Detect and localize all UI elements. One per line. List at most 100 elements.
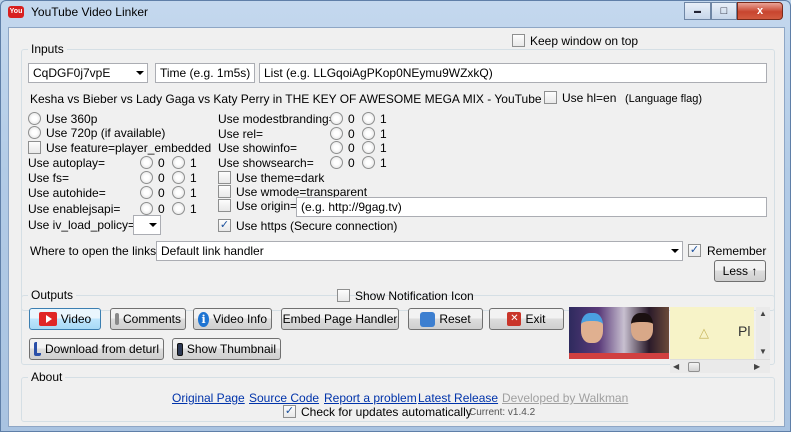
fs-1-radio[interactable] — [172, 171, 185, 184]
show-thumbnail-button[interactable]: Show Thumbnail — [172, 338, 281, 360]
enablejsapi-1-label: 1 — [190, 202, 197, 216]
client-area: Inputs Keep window on top CqDGF0j7vpE Ti… — [8, 27, 785, 427]
origin-input[interactable]: (e.g. http://9gag.tv) — [296, 197, 767, 217]
show-notification-checkbox[interactable] — [337, 289, 350, 302]
use-theme-checkbox[interactable] — [218, 171, 231, 184]
showsearch-1-radio[interactable] — [362, 156, 375, 169]
report-problem-link[interactable]: Report a problem — [324, 391, 417, 405]
latest-release-link[interactable]: Latest Release — [418, 391, 498, 405]
use-720p-label: Use 720p (if available) — [46, 126, 166, 140]
enablejsapi-1-radio[interactable] — [172, 202, 185, 215]
autohide-1-radio[interactable] — [172, 186, 185, 199]
scroll-thumb[interactable] — [688, 362, 700, 372]
exit-button[interactable]: ✕ Exit — [489, 308, 564, 330]
close-button[interactable]: x — [737, 2, 783, 20]
showinfo-1-radio[interactable] — [362, 141, 375, 154]
inputs-group: Inputs — [21, 42, 775, 311]
use-theme-label: Use theme=dark — [236, 171, 325, 185]
show-thumbnail-button-label: Show Thumbnail — [186, 342, 276, 356]
use-hl-en-checkbox[interactable] — [544, 91, 557, 104]
rel-1-label: 1 — [380, 127, 387, 141]
check-updates-label: Check for updates automatically — [301, 405, 472, 419]
rel-0-radio[interactable] — [330, 127, 343, 140]
scroll-up-icon[interactable]: ▲ — [759, 309, 767, 318]
preview-horizontal-scrollbar[interactable]: ◀ ▶ — [670, 359, 770, 373]
use-wmode-checkbox[interactable] — [218, 185, 231, 198]
use-origin-label: Use origin= — [236, 199, 298, 213]
comments-button[interactable]: Comments — [110, 308, 186, 330]
enablejsapi-0-label: 0 — [158, 202, 165, 216]
keep-on-top-checkbox[interactable] — [512, 34, 525, 47]
showinfo-label: Use showinfo= — [218, 141, 298, 155]
use-https-checkbox[interactable]: ✓ — [218, 219, 231, 232]
developer-credit-link[interactable]: Developed by Walkman — [502, 391, 628, 405]
enablejsapi-0-radio[interactable] — [140, 202, 153, 215]
showinfo-0-radio[interactable] — [330, 141, 343, 154]
video-id-combo[interactable]: CqDGF0j7vpE — [28, 63, 148, 83]
autohide-label: Use autohide= — [28, 186, 106, 200]
modestbranding-1-radio[interactable] — [362, 112, 375, 125]
title-bar[interactable]: You YouTube Video Linker ▬ □ x — [1, 1, 790, 25]
original-page-link[interactable]: Original Page — [172, 391, 245, 405]
use-360p-radio[interactable] — [28, 112, 41, 125]
reset-button[interactable]: Reset — [408, 308, 483, 330]
download-button[interactable]: Download from deturl — [29, 338, 164, 360]
modestbranding-0-radio[interactable] — [330, 112, 343, 125]
language-flag-note: (Language flag) — [625, 93, 703, 105]
thumbnail-face-right — [631, 313, 653, 341]
showinfo-1-label: 1 — [380, 141, 387, 155]
showsearch-1-label: 1 — [380, 156, 387, 170]
video-info-button-label: Video Info — [213, 312, 267, 326]
source-code-link[interactable]: Source Code — [249, 391, 319, 405]
iv-load-policy-combo[interactable] — [133, 215, 161, 235]
video-button[interactable]: Video — [29, 308, 101, 330]
chevron-down-icon — [149, 223, 157, 227]
chevron-down-icon — [136, 71, 144, 75]
minimize-button[interactable]: ▬ — [684, 2, 711, 20]
fs-0-radio[interactable] — [140, 171, 153, 184]
fs-1-label: 1 — [190, 171, 197, 185]
video-thumbnail — [569, 307, 669, 359]
rel-1-radio[interactable] — [362, 127, 375, 140]
reset-button-label: Reset — [439, 312, 471, 326]
preview-vertical-scrollbar[interactable]: ▲ ▼ — [756, 307, 770, 359]
minimize-icon: ▬ — [694, 7, 701, 15]
youtube-play-icon — [38, 312, 57, 326]
modestbranding-0-label: 0 — [348, 112, 355, 126]
use-720p-radio[interactable] — [28, 126, 41, 139]
close-icon: x — [756, 5, 764, 17]
maximize-button[interactable]: □ — [711, 2, 737, 20]
iv-load-policy-label: Use iv_load_policy= — [28, 218, 136, 232]
autohide-0-radio[interactable] — [140, 186, 153, 199]
autoplay-0-radio[interactable] — [140, 156, 153, 169]
scroll-down-icon[interactable]: ▼ — [759, 347, 767, 356]
thumbnail-bar — [569, 353, 669, 359]
autohide-0-label: 0 — [158, 186, 165, 200]
autoplay-1-radio[interactable] — [172, 156, 185, 169]
modestbranding-label: Use modestbranding= — [218, 112, 336, 126]
info-icon: i — [198, 311, 210, 327]
autohide-1-label: 1 — [190, 186, 197, 200]
time-input[interactable]: Time (e.g. 1m5s) — [155, 63, 255, 83]
remember-checkbox[interactable]: ✓ — [688, 244, 701, 257]
scroll-left-icon[interactable]: ◀ — [673, 362, 679, 371]
video-id-value: CqDGF0j7vpE — [33, 66, 111, 80]
video-info-button[interactable]: i Video Info — [193, 308, 272, 330]
link-handler-combo[interactable]: Default link handler — [156, 241, 683, 261]
exit-icon: ✕ — [507, 312, 522, 326]
video-button-label: Video — [60, 312, 92, 326]
scroll-right-icon[interactable]: ▶ — [754, 362, 760, 371]
enablejsapi-label: Use enablejsapi= — [28, 202, 121, 216]
showsearch-0-radio[interactable] — [330, 156, 343, 169]
check-updates-checkbox[interactable]: ✓ — [283, 405, 296, 418]
less-button[interactable]: Less ↑ — [714, 260, 766, 282]
use-origin-checkbox[interactable] — [218, 199, 231, 212]
comments-button-label: Comments — [122, 312, 181, 326]
list-input[interactable]: List (e.g. LLGqoiAgPKop0NEymu9WZxkQ) — [259, 63, 767, 83]
use-feature-checkbox[interactable] — [28, 141, 41, 154]
window-title: YouTube Video Linker — [31, 5, 148, 19]
exit-button-label: Exit — [525, 312, 546, 326]
warning-triangle-icon: △ — [699, 325, 709, 340]
link-handler-value: Default link handler — [161, 244, 264, 258]
embed-page-handler-button[interactable]: Embed Page Handler — [281, 308, 399, 330]
